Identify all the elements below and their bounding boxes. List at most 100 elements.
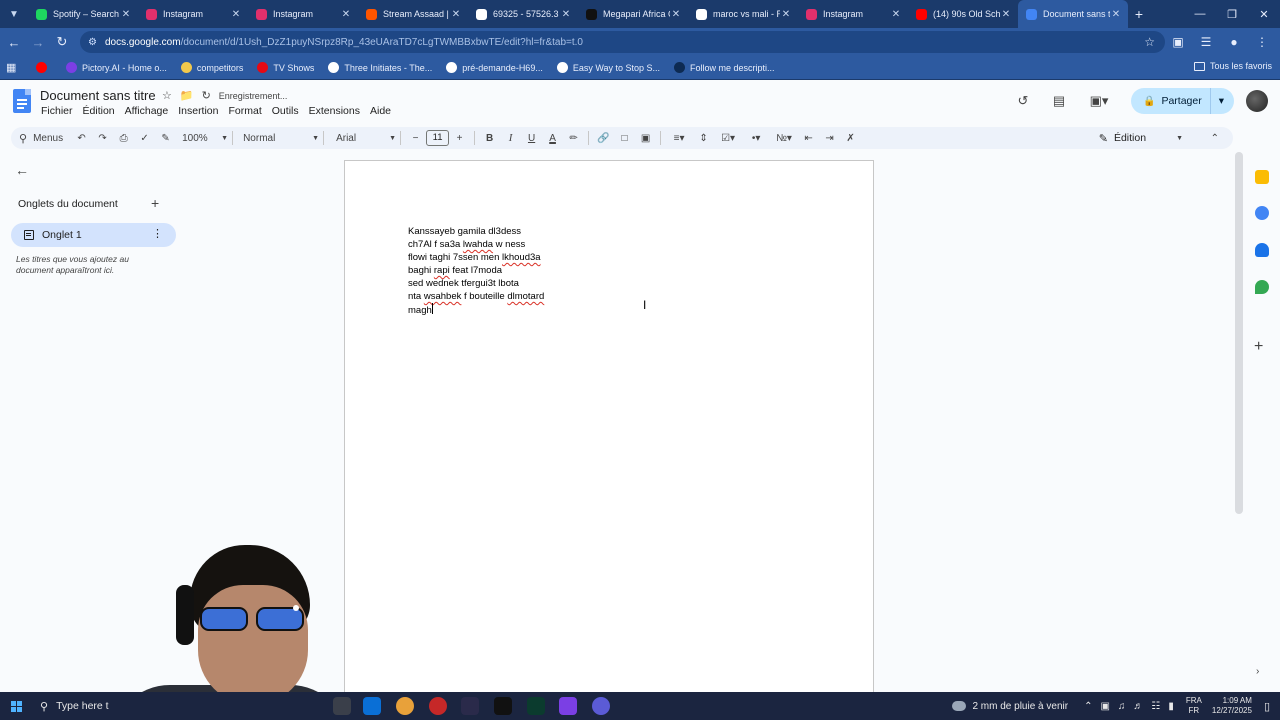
comments-icon[interactable]: ▤ bbox=[1047, 89, 1071, 113]
star-icon[interactable]: ☆ bbox=[162, 89, 172, 102]
bookmark-item[interactable]: Pictory.AI - Home o... bbox=[66, 62, 167, 73]
browser-tab[interactable]: 69325 - 57526.3 ✕ bbox=[468, 0, 578, 28]
document-title[interactable]: Document sans titre bbox=[40, 88, 156, 103]
taskbar-app-icon[interactable] bbox=[527, 697, 545, 715]
docs-logo-icon[interactable] bbox=[13, 89, 31, 113]
editing-mode-select[interactable]: ✎ Édition ▼ bbox=[1099, 127, 1183, 149]
close-tab-icon[interactable]: ✕ bbox=[120, 9, 132, 20]
close-tab-icon[interactable]: ✕ bbox=[560, 9, 572, 20]
maps-icon[interactable] bbox=[1255, 280, 1269, 294]
show-hidden-icons-icon[interactable]: ⌃ bbox=[1084, 701, 1092, 712]
bookmark-item[interactable]: Easy Way to Stop S... bbox=[556, 62, 660, 73]
decrease-font-size-icon[interactable]: − bbox=[405, 127, 426, 149]
add-tab-button[interactable]: + bbox=[151, 195, 159, 211]
browser-tab[interactable]: (14) 90s Old Scho ✕ bbox=[908, 0, 1018, 28]
spelling-error[interactable]: lkhoud3a bbox=[502, 252, 541, 263]
insert-image-icon[interactable]: ▣ bbox=[635, 127, 656, 149]
menu-item[interactable]: Extensions bbox=[309, 105, 360, 117]
share-dropdown-icon[interactable]: ▾ bbox=[1219, 95, 1224, 107]
move-folder-icon[interactable]: 📁 bbox=[180, 89, 194, 102]
taskbar-app-icon[interactable] bbox=[592, 697, 610, 715]
browser-tab[interactable]: Instagram ✕ bbox=[798, 0, 908, 28]
url-field[interactable]: ⚙ docs.google.com/document/d/1Ush_DzZ1pu… bbox=[80, 31, 1165, 53]
bookmark-item[interactable]: Three Initiates - The... bbox=[328, 62, 432, 73]
collapse-menus-icon[interactable]: ⌃ bbox=[1211, 127, 1219, 149]
highlight-icon[interactable]: ✏ bbox=[563, 127, 584, 149]
bookmark-item[interactable]: Follow me descripti... bbox=[674, 62, 775, 73]
align-icon[interactable]: ≡▾ bbox=[665, 127, 693, 149]
close-tab-icon[interactable]: ✕ bbox=[670, 9, 682, 20]
line-spacing-icon[interactable]: ⇕ bbox=[693, 127, 714, 149]
bulleted-list-icon[interactable]: •▾ bbox=[742, 127, 770, 149]
bold-icon[interactable]: B bbox=[479, 127, 500, 149]
bookmark-item[interactable] bbox=[36, 62, 52, 73]
increase-indent-icon[interactable]: ⇥ bbox=[819, 127, 840, 149]
keep-icon[interactable] bbox=[1255, 170, 1269, 184]
browser-tab[interactable]: maroc vs mali - R ✕ bbox=[688, 0, 798, 28]
site-info-icon[interactable]: ⚙ bbox=[88, 37, 97, 48]
davinci-resolve-icon[interactable] bbox=[429, 697, 447, 715]
media-controls-icon[interactable]: ☰ bbox=[1194, 30, 1218, 54]
microphone-icon[interactable]: ♫ bbox=[1118, 701, 1126, 712]
system-clock[interactable]: 1:09 AM 12/27/2025 bbox=[1212, 696, 1252, 716]
battery-icon[interactable]: ▮ bbox=[1168, 701, 1174, 712]
browser-menu-icon[interactable]: ⋮ bbox=[1250, 30, 1274, 54]
spelling-error[interactable]: dlmotard bbox=[507, 291, 544, 302]
decrease-indent-icon[interactable]: ⇤ bbox=[798, 127, 819, 149]
bookmark-item[interactable]: TV Shows bbox=[257, 62, 314, 73]
browser-tab[interactable]: Document sans ti ✕ bbox=[1018, 0, 1128, 28]
text-color-icon[interactable]: A bbox=[542, 127, 563, 149]
document-tab-1[interactable]: Onglet 1 ⋮ bbox=[11, 223, 176, 247]
menu-item[interactable]: Format bbox=[229, 105, 262, 117]
undo-icon[interactable]: ↶ bbox=[71, 127, 92, 149]
volume-icon[interactable]: ♬ bbox=[1133, 701, 1143, 712]
close-tab-icon[interactable]: ✕ bbox=[450, 9, 462, 20]
zoom-select[interactable]: 100% ▼ bbox=[182, 133, 228, 144]
apps-grid-icon[interactable]: ▦ bbox=[6, 61, 20, 75]
minimize-icon[interactable]: — bbox=[1184, 0, 1216, 28]
get-addons-icon[interactable]: + bbox=[1254, 338, 1263, 356]
tab-search-button[interactable]: ▼ bbox=[0, 0, 28, 28]
spelling-error[interactable]: rapi bbox=[434, 265, 450, 276]
close-outline-icon[interactable]: ← bbox=[15, 162, 29, 178]
forward-icon[interactable]: → bbox=[26, 30, 50, 54]
meet-icon[interactable]: ▣▾ bbox=[1083, 89, 1115, 113]
numbered-list-icon[interactable]: №▾ bbox=[770, 127, 798, 149]
contacts-icon[interactable] bbox=[1255, 243, 1269, 257]
spelling-error[interactable]: lwahda bbox=[463, 239, 493, 250]
profile-icon[interactable]: ● bbox=[1222, 30, 1246, 54]
browser-tab[interactable]: Instagram ✕ bbox=[138, 0, 248, 28]
bookmark-star-icon[interactable]: ☆ bbox=[1144, 35, 1155, 49]
redo-icon[interactable]: ↷ bbox=[92, 127, 113, 149]
add-comment-icon[interactable]: □ bbox=[614, 127, 635, 149]
menu-item[interactable]: Édition bbox=[83, 105, 115, 117]
close-tab-icon[interactable]: ✕ bbox=[1000, 9, 1012, 20]
extensions-icon[interactable]: ▣ bbox=[1166, 30, 1190, 54]
italic-icon[interactable]: I bbox=[500, 127, 521, 149]
hide-side-panel-icon[interactable]: › bbox=[1256, 666, 1259, 677]
reload-icon[interactable]: ↻ bbox=[50, 30, 74, 54]
checklist-icon[interactable]: ☑▾ bbox=[714, 127, 742, 149]
browser-tab[interactable]: Spotify – Search ✕ bbox=[28, 0, 138, 28]
paint-format-icon[interactable]: ✎ bbox=[155, 127, 176, 149]
network-icon[interactable]: ☷ bbox=[1151, 701, 1160, 712]
taskbar-search[interactable]: ⚲ Type here t bbox=[32, 692, 332, 720]
new-tab-button[interactable]: + bbox=[1128, 6, 1150, 22]
font-select[interactable]: Arial ▼ bbox=[336, 133, 396, 144]
edge-icon[interactable] bbox=[363, 697, 381, 715]
tray-app-icon[interactable]: ▣ bbox=[1100, 701, 1109, 712]
underline-icon[interactable]: U bbox=[521, 127, 542, 149]
close-tab-icon[interactable]: ✕ bbox=[340, 9, 352, 20]
notifications-icon[interactable]: ▯ bbox=[1264, 700, 1270, 713]
restore-icon[interactable]: ❐ bbox=[1216, 0, 1248, 28]
input-language[interactable]: FRA FR bbox=[1186, 696, 1202, 716]
tiktok-icon[interactable] bbox=[494, 697, 512, 715]
back-icon[interactable]: ← bbox=[2, 30, 26, 54]
menu-item[interactable]: Insertion bbox=[178, 105, 218, 117]
menu-item[interactable]: Aide bbox=[370, 105, 391, 117]
style-select[interactable]: Normal ▼ bbox=[243, 133, 319, 144]
taskbar-app-icon[interactable] bbox=[461, 697, 479, 715]
insert-link-icon[interactable]: 🔗 bbox=[593, 127, 614, 149]
close-tab-icon[interactable]: ✕ bbox=[1110, 9, 1122, 20]
bookmark-item[interactable]: pré-demande-H69... bbox=[446, 62, 543, 73]
